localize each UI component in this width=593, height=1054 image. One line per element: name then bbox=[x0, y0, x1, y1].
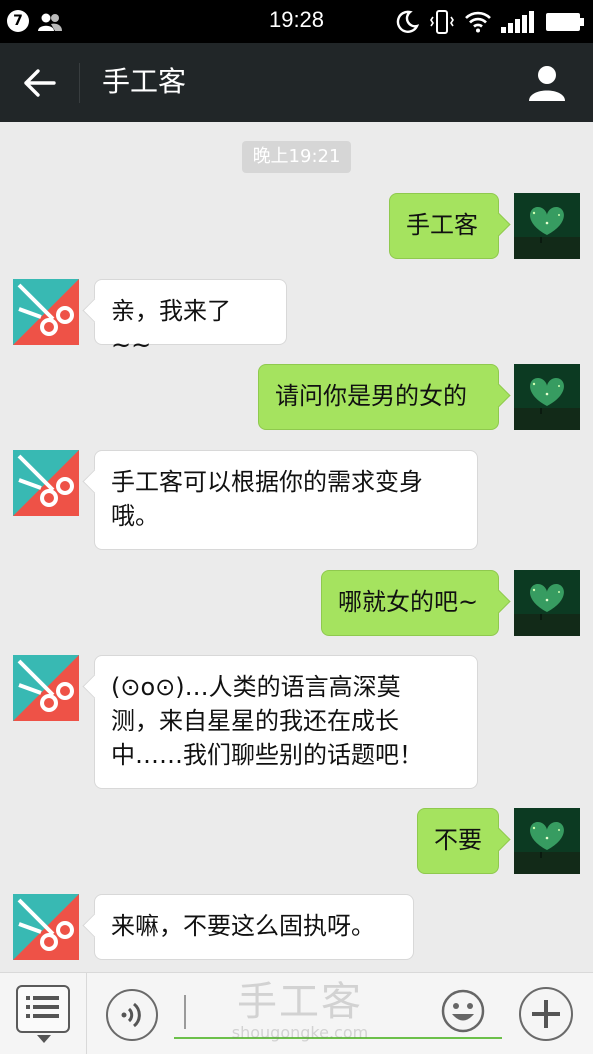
user-avatar[interactable] bbox=[514, 808, 580, 874]
message-bubble-outgoing[interactable]: 手工客 bbox=[389, 193, 499, 259]
input-bar bbox=[0, 972, 593, 1054]
message-bubble-outgoing[interactable]: 哪就女的吧~ bbox=[321, 570, 499, 636]
vibrate-icon bbox=[430, 10, 454, 34]
message-text-line: (⊙o⊙)…人类的语言高深莫 bbox=[111, 673, 401, 701]
user-avatar[interactable] bbox=[514, 193, 580, 259]
message-bubble-incoming[interactable]: 来嘛，不要这么固执呀。 bbox=[94, 894, 414, 960]
message-text-line: 测，来自星星的我还在成长 bbox=[111, 707, 399, 735]
do-not-disturb-moon-icon bbox=[396, 10, 419, 33]
bot-avatar[interactable] bbox=[13, 655, 79, 721]
bot-avatar[interactable] bbox=[13, 279, 79, 345]
message-text-line: 手工客可以根据你的需求变身 bbox=[111, 468, 423, 496]
back-arrow-icon[interactable] bbox=[22, 65, 58, 101]
input-bar-divider bbox=[86, 973, 87, 1054]
message-bubble-incoming[interactable]: (⊙o⊙)…人类的语言高深莫 测，来自星星的我还在成长 中……我们聊些别的话题吧… bbox=[94, 655, 478, 789]
message-text: 来嘛，不要这么固执呀。 bbox=[111, 912, 375, 940]
profile-icon[interactable] bbox=[527, 63, 567, 103]
menu-button[interactable] bbox=[16, 985, 70, 1043]
message-text: 不要 bbox=[434, 826, 482, 854]
battery-icon bbox=[546, 13, 584, 31]
message-text: 请问你是男的女的 bbox=[275, 382, 467, 410]
message-bubble-incoming[interactable]: 亲，我来了~~ bbox=[94, 279, 287, 359]
bot-avatar[interactable] bbox=[13, 450, 79, 516]
heart-landscape-image bbox=[514, 364, 580, 430]
timestamp-chip: 晚上19:21 bbox=[242, 141, 351, 173]
nav-bar: 手工客 bbox=[0, 43, 593, 122]
message-bubble-outgoing[interactable]: 不要 bbox=[417, 808, 499, 874]
chevron-down-icon bbox=[37, 1035, 51, 1043]
nav-divider bbox=[79, 63, 80, 103]
chat-title: 手工客 bbox=[102, 65, 187, 98]
signal-icon bbox=[501, 11, 534, 33]
scissors-logo-icon bbox=[13, 894, 79, 960]
message-text: 亲，我来了~~ bbox=[111, 297, 231, 359]
scissors-logo-icon bbox=[13, 450, 79, 516]
voice-icon bbox=[121, 1002, 141, 1028]
message-text: 哪就女的吧~ bbox=[338, 588, 479, 616]
message-bubble-outgoing[interactable]: 请问你是男的女的 bbox=[258, 364, 499, 430]
user-avatar[interactable] bbox=[514, 570, 580, 636]
emoji-icon[interactable] bbox=[441, 989, 485, 1033]
status-bar: 7 19:28 bbox=[0, 0, 593, 43]
bot-avatar[interactable] bbox=[13, 894, 79, 960]
message-text: 手工客 bbox=[406, 211, 478, 239]
scissors-logo-icon bbox=[13, 655, 79, 721]
user-avatar[interactable] bbox=[514, 364, 580, 430]
message-text-line: 中……我们聊些别的话题吧！ bbox=[111, 741, 423, 769]
scissors-logo-icon bbox=[13, 279, 79, 345]
more-actions-button[interactable] bbox=[519, 987, 573, 1041]
heart-landscape-image bbox=[514, 570, 580, 636]
wifi-icon bbox=[465, 11, 491, 33]
menu-icon bbox=[26, 996, 59, 1018]
heart-landscape-image bbox=[514, 808, 580, 874]
plus-icon bbox=[532, 1000, 560, 1028]
voice-button[interactable] bbox=[106, 989, 158, 1041]
message-bubble-incoming[interactable]: 手工客可以根据你的需求变身 哦。 bbox=[94, 450, 478, 550]
message-text-line: 哦。 bbox=[111, 502, 159, 530]
text-cursor bbox=[184, 995, 186, 1029]
heart-landscape-image bbox=[514, 193, 580, 259]
